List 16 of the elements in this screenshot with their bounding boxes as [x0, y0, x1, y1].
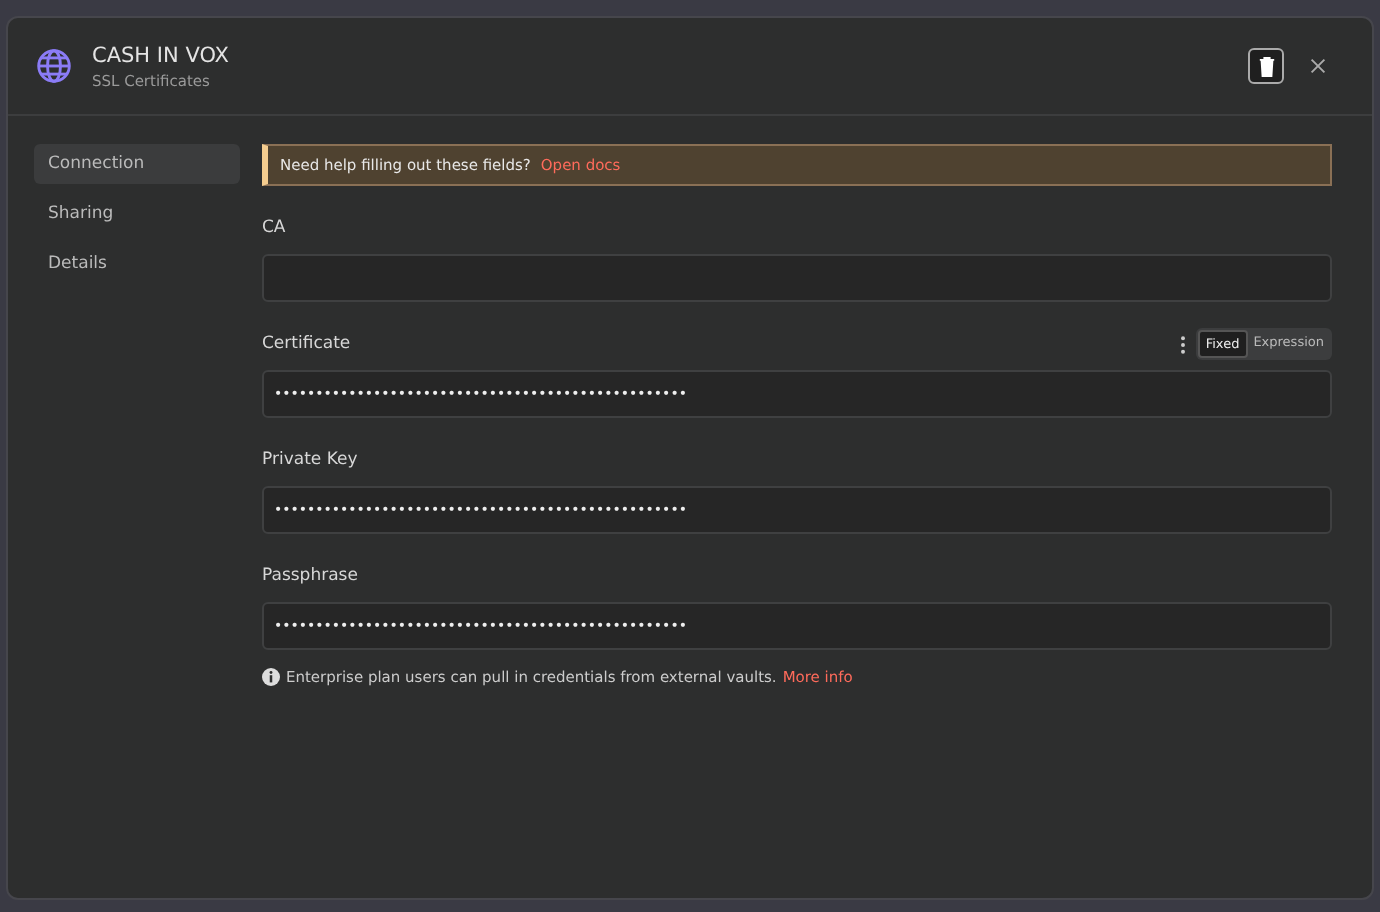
globe-icon [36, 48, 72, 84]
delete-button[interactable] [1248, 48, 1284, 84]
field-label: Passphrase [262, 566, 358, 586]
input-field[interactable] [262, 254, 1332, 302]
info-icon [262, 668, 280, 686]
close-icon [1310, 58, 1326, 74]
field-label: CA [262, 218, 286, 238]
sidebar-item[interactable]: Details [34, 244, 240, 284]
more-options-icon[interactable] [1179, 335, 1186, 353]
field-label: Certificate [262, 334, 351, 354]
trash-icon [1257, 55, 1275, 77]
sidebar-item[interactable]: Connection [34, 144, 240, 184]
field-label: Private Key [262, 450, 358, 470]
window-title: CASH IN VOX [92, 43, 231, 67]
sidebar-item[interactable]: Sharing [34, 194, 240, 234]
close-button[interactable] [1308, 56, 1328, 76]
